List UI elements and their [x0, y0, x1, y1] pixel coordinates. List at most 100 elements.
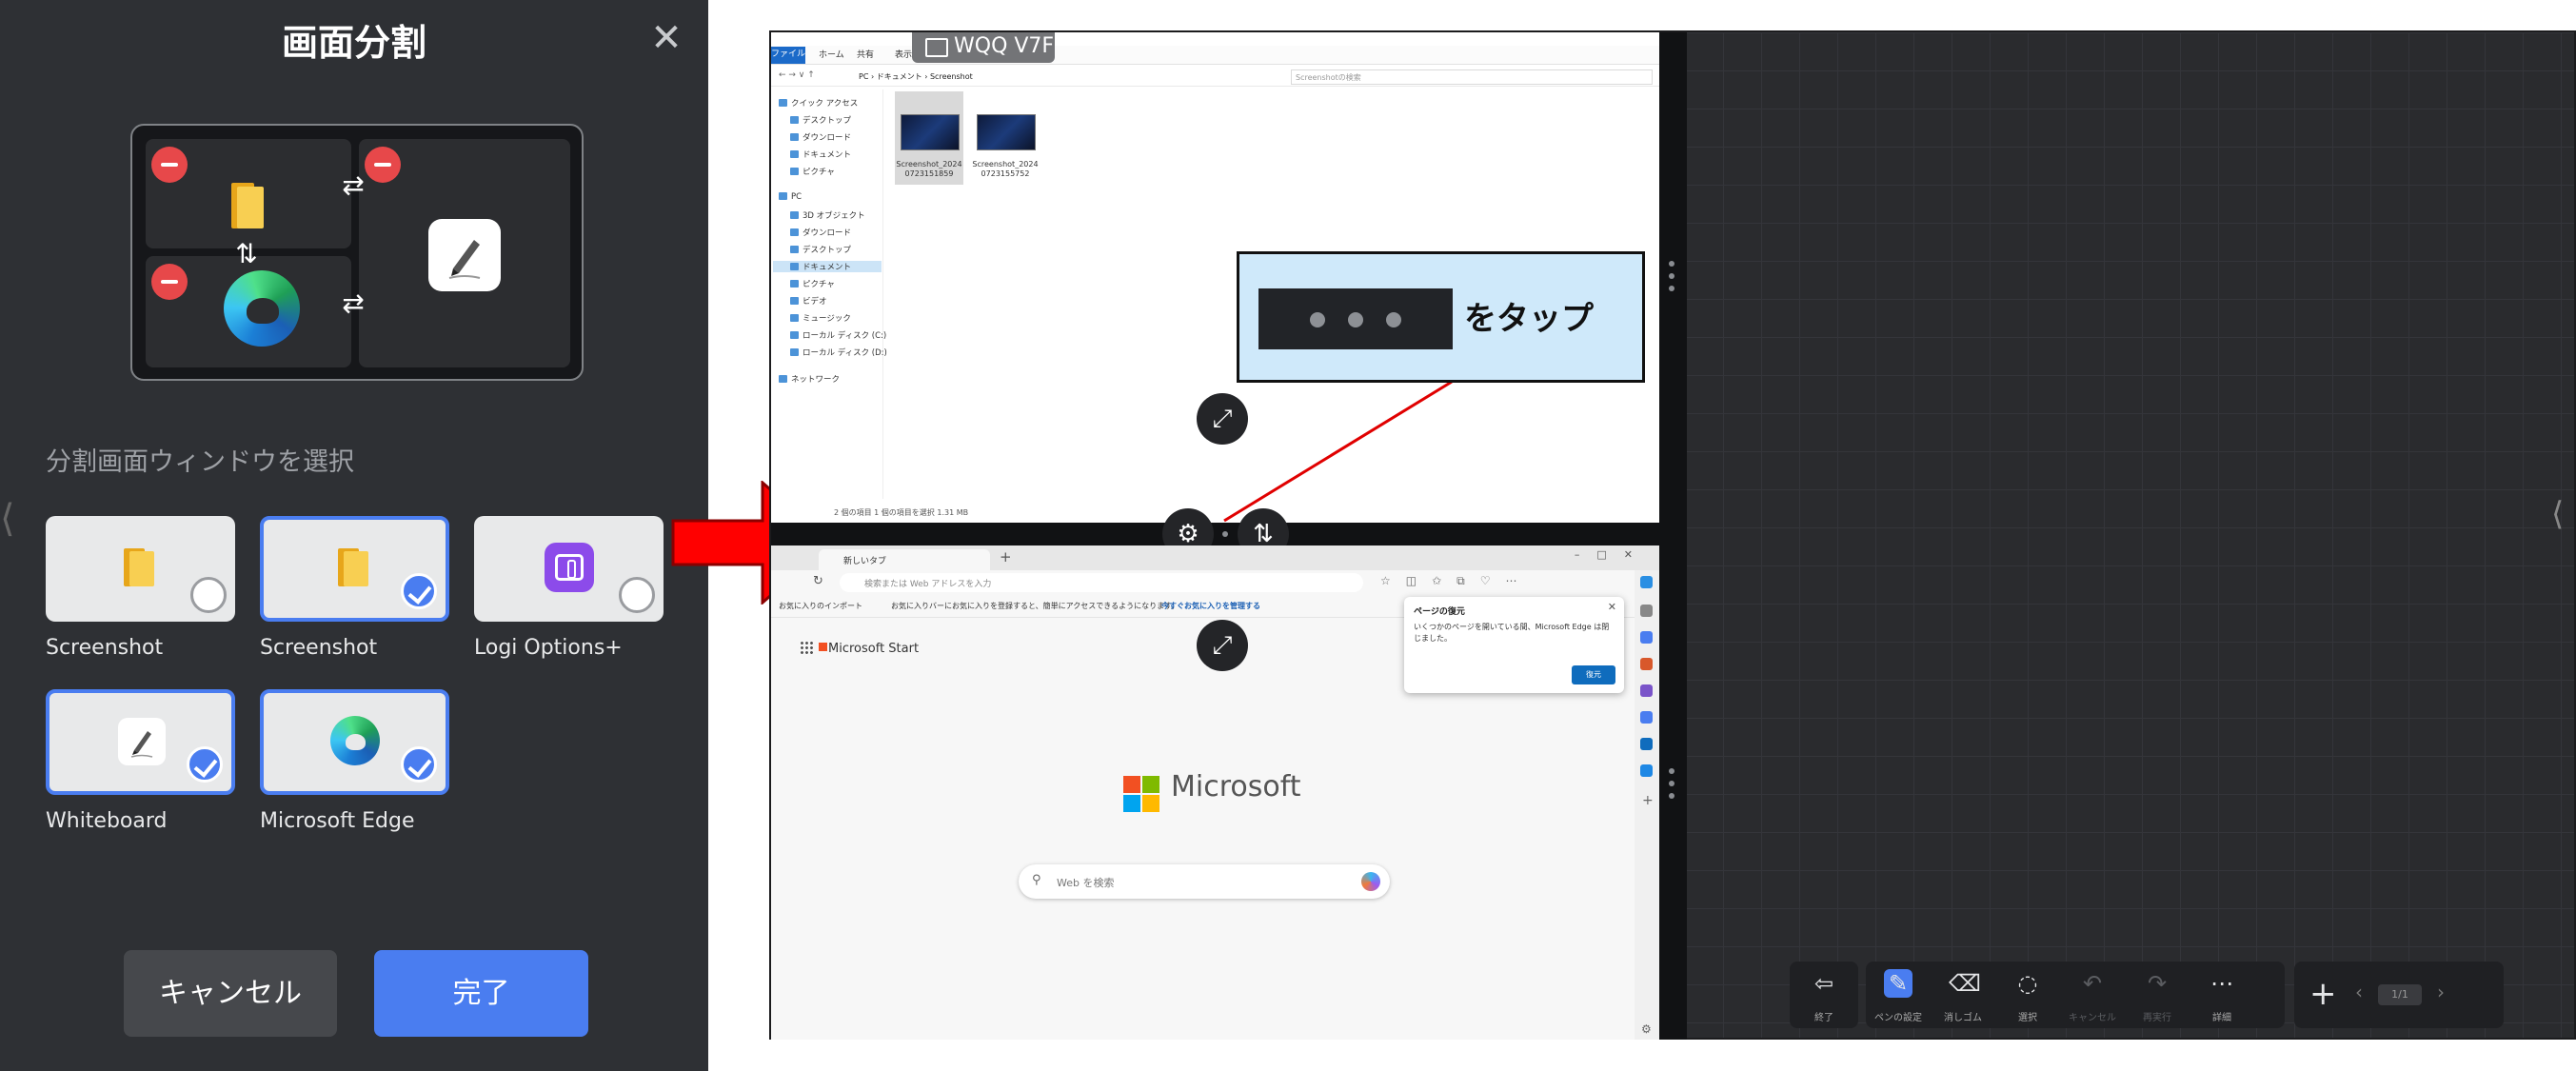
nav-item[interactable]: ビデオ: [790, 295, 827, 307]
drag-handle-icon[interactable]: [1669, 261, 1676, 298]
expand-icon[interactable]: ⤢: [1197, 393, 1248, 445]
nav-item[interactable]: ダウンロード: [790, 227, 851, 238]
search-icon[interactable]: [1640, 605, 1653, 617]
swap-horizontal-icon[interactable]: ⇄: [337, 288, 369, 320]
explorer-path[interactable]: PC › ドキュメント › Screenshot: [859, 71, 973, 82]
horizontal-divider[interactable]: [771, 523, 1687, 545]
tag-icon[interactable]: [1640, 631, 1653, 644]
nav-item[interactable]: ローカル ディスク (D:): [790, 347, 887, 358]
left-edge-handle[interactable]: ⟨: [0, 486, 15, 552]
tile-label: Screenshot: [46, 636, 164, 660]
nav-arrows-icon[interactable]: ← → ∨ ↑: [779, 70, 815, 80]
select-checkbox[interactable]: [619, 577, 655, 613]
drag-handle-icon[interactable]: [1222, 531, 1228, 537]
window-tile-microsoft-edge[interactable]: [260, 689, 449, 795]
ribbon-tab-home[interactable]: ホーム: [819, 48, 844, 60]
people-icon[interactable]: [1640, 684, 1653, 697]
swap-horizontal-icon[interactable]: ⇄: [337, 169, 369, 202]
window-tile-screenshot-1[interactable]: [46, 516, 235, 622]
refresh-icon[interactable]: ↻: [813, 574, 823, 588]
cancel-button[interactable]: キャンセル: [124, 950, 337, 1037]
explorer-search-input[interactable]: Screenshotの検索: [1291, 69, 1653, 85]
toolbar-group-pages: + ‹ 1/1 ›: [2294, 962, 2504, 1028]
nav-item[interactable]: ローカル ディスク (C:): [790, 329, 886, 341]
ribbon-tab-view[interactable]: 表示: [895, 48, 912, 60]
nav-item[interactable]: 3D オブジェクト: [790, 209, 865, 221]
ribbon-tab-share[interactable]: 共有: [857, 48, 874, 60]
check-icon[interactable]: [401, 573, 437, 609]
select-checkbox[interactable]: [190, 577, 227, 613]
prev-page-icon[interactable]: ‹: [2355, 981, 2363, 1003]
remove-window-icon[interactable]: [151, 264, 188, 300]
check-icon[interactable]: [401, 746, 437, 783]
app-grid-icon[interactable]: [800, 641, 813, 654]
pen-settings-button[interactable]: ✎ ペンの設定: [1870, 962, 1927, 1028]
exit-button[interactable]: ⇦ 終了: [1795, 962, 1853, 1028]
lasso-select-button[interactable]: ◌ 選択: [1999, 962, 2056, 1028]
nav-item[interactable]: ネットワーク: [779, 373, 840, 385]
favorites-import[interactable]: お気に入りのインポート: [779, 601, 862, 611]
favorites-manage-link[interactable]: 今すぐお気に入りを管理する: [1161, 601, 1260, 611]
edge-url-input[interactable]: 検索または Web アドレスを入力: [840, 573, 1363, 592]
window-tile-logi-options[interactable]: [474, 516, 664, 622]
eraser-button[interactable]: ⌫ 消しゴム: [1934, 962, 1991, 1028]
expand-icon[interactable]: ⤢: [1197, 620, 1248, 671]
nav-item[interactable]: デスクトップ: [790, 244, 851, 255]
next-page-icon[interactable]: ›: [2437, 981, 2445, 1003]
file-thumbnail[interactable]: Screenshot_20240723151859: [895, 91, 963, 185]
explorer-nav-pane: クイック アクセス デスクトップ ダウンロード ドキュメント ピクチャ PC 3…: [771, 89, 887, 499]
window-tile-whiteboard[interactable]: [46, 689, 235, 795]
file-thumbnail[interactable]: Screenshot_20240723155752: [971, 91, 1040, 185]
nav-item[interactable]: ミュージック: [790, 312, 851, 324]
drag-handle-icon[interactable]: [1669, 768, 1676, 805]
window-title-chip[interactable]: WQQ V7F: [912, 32, 1055, 63]
nav-item[interactable]: ダウンロード: [790, 131, 851, 143]
new-tab-icon[interactable]: +: [1000, 548, 1012, 565]
swap-vertical-icon[interactable]: ⇅: [230, 238, 263, 270]
check-icon[interactable]: [187, 746, 223, 783]
remove-window-icon[interactable]: [151, 147, 188, 183]
window-tile-screenshot-2[interactable]: [260, 516, 449, 622]
nav-item[interactable]: ピクチャ: [790, 166, 835, 177]
more-icon: ⋯: [2210, 970, 2233, 997]
ribbon-tab-file[interactable]: ファイル: [771, 47, 805, 64]
edge-toolbar-icons[interactable]: ☆◫✩⧉♡⋯: [1380, 574, 1532, 588]
remove-window-icon[interactable]: [365, 147, 401, 183]
drop-icon[interactable]: [1640, 764, 1653, 777]
copilot-sidebar-icon[interactable]: [1640, 576, 1653, 588]
tools-icon[interactable]: [1640, 658, 1653, 670]
whiteboard-canvas[interactable]: ファイル ホーム 共有 表示 ← → ∨ ↑ PC › ドキュメント › Scr…: [769, 30, 2576, 1040]
explorer-address-bar: ← → ∨ ↑ PC › ドキュメント › Screenshot Screens…: [771, 68, 1659, 87]
explorer-status-bar: 2 個の項目 1 個の項目を選択 1.31 MB: [834, 508, 969, 517]
folder-icon: [231, 183, 264, 228]
add-icon[interactable]: +: [1642, 793, 1654, 808]
games-icon[interactable]: [1640, 711, 1653, 724]
favorites-text: お気に入りバーにお気に入りを登録すると、簡単にアクセスできるようになります。: [891, 602, 1179, 610]
copilot-icon[interactable]: [1361, 872, 1380, 891]
window-controls-icon[interactable]: –□✕: [1575, 548, 1650, 561]
edge-tab[interactable]: 新しいタブ: [819, 549, 990, 570]
nav-item[interactable]: ピクチャ: [790, 278, 835, 289]
page-indicator: 1/1: [2378, 984, 2422, 1005]
nav-item[interactable]: ドキュメント: [790, 149, 851, 160]
add-page-icon[interactable]: +: [2309, 975, 2337, 1013]
nav-item[interactable]: クイック アクセス: [779, 97, 858, 109]
right-edge-handle[interactable]: ⟨: [2551, 495, 2564, 533]
restore-pages-popup: ページの復元 いくつかのページを開いている間、Microsoft Edge は閉…: [1404, 597, 1624, 693]
close-icon[interactable]: ✕: [1608, 601, 1616, 613]
settings-gear-icon[interactable]: ⚙: [1641, 1022, 1652, 1036]
redo-button[interactable]: ↷ 再実行: [2129, 962, 2186, 1028]
nav-item[interactable]: デスクトップ: [790, 114, 851, 126]
outlook-icon[interactable]: [1640, 738, 1653, 750]
undo-button[interactable]: ↶ キャンセル: [2064, 962, 2121, 1028]
nav-item-active[interactable]: ドキュメント: [773, 261, 882, 272]
restore-button[interactable]: 復元: [1572, 665, 1615, 684]
tile-label: Logi Options+: [474, 636, 623, 660]
web-search-input[interactable]: ⚲ Web を検索: [1019, 864, 1390, 899]
microsoft-start-link[interactable]: Microsoft Start: [800, 641, 919, 656]
done-button[interactable]: 完了: [374, 950, 588, 1037]
more-button[interactable]: ⋯ 詳細: [2193, 962, 2250, 1028]
split-screen-area: ファイル ホーム 共有 表示 ← → ∨ ↑ PC › ドキュメント › Scr…: [771, 32, 1687, 1040]
nav-item[interactable]: PC: [779, 192, 802, 202]
close-icon[interactable]: ✕: [647, 19, 685, 57]
